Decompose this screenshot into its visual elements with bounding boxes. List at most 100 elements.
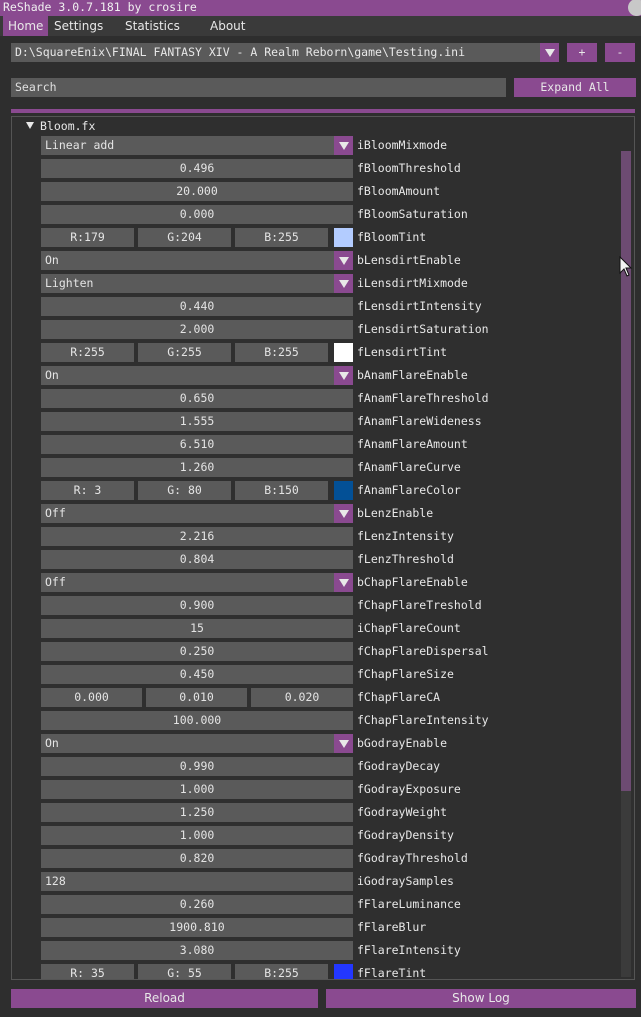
param-row: 20.000 fBloomAmount [12,181,612,204]
color-b-field[interactable]: B:255 [235,228,328,247]
slider-field[interactable]: 2.000 [41,320,353,339]
slider-field[interactable]: 0.000 [41,205,353,224]
combo-field[interactable]: On [41,366,353,385]
slider-field[interactable]: 0.900 [41,596,353,615]
slider-field[interactable]: 0.650 [41,389,353,408]
scrollbar-thumb[interactable] [621,151,631,791]
reload-button[interactable]: Reload [11,989,318,1008]
vec-y-field[interactable]: 0.010 [146,688,247,707]
param-row: 0.650 fAnamFlareThreshold [12,388,612,411]
color-swatch[interactable] [334,343,353,362]
section-header[interactable]: Bloom.fx [26,119,95,133]
param-label: fChapFlareSize [357,667,454,681]
color-g-field[interactable]: G:255 [138,343,231,362]
color-b-field[interactable]: B:255 [235,343,328,362]
menu-statistics[interactable]: Statistics [120,16,185,36]
color-g-field[interactable]: G:204 [138,228,231,247]
close-icon[interactable] [628,0,641,16]
remove-preset-button[interactable]: - [605,43,635,62]
slider-field[interactable]: 0.804 [41,550,353,569]
param-label: fAnamFlareCurve [357,460,461,474]
combo-field[interactable]: Lighten [41,274,353,293]
chevron-down-icon[interactable] [334,274,353,293]
combo-field[interactable]: On [41,251,353,270]
combo-field[interactable]: Linear add [41,136,353,155]
param-label: fBloomTint [357,230,427,244]
color-swatch[interactable] [334,228,353,247]
slider-field[interactable]: 20.000 [41,182,353,201]
vec-x-field[interactable]: 0.000 [41,688,142,707]
preset-path-combo[interactable]: D:\SquareEnix\FINAL FANTASY XIV - A Real… [11,43,559,62]
slider-field[interactable]: 1900.810 [41,918,353,937]
param-label: iGodraySamples [357,874,454,888]
effects-panel: Bloom.fx Linear add iBloomMixmode 0.496 fBl… [11,116,635,980]
param-row: On bLensdirtEnable [12,250,612,273]
slider-field[interactable]: 100.000 [41,711,353,730]
color-swatch[interactable] [334,481,353,500]
color-b-field[interactable]: B:255 [235,964,328,979]
show-log-button[interactable]: Show Log [326,989,636,1008]
chevron-down-icon[interactable] [334,734,353,753]
expand-all-button[interactable]: Expand All [514,78,636,97]
param-label: bLensdirtEnable [357,253,461,267]
combo-field[interactable]: Off [41,504,353,523]
param-label: fLenzIntensity [357,529,454,543]
slider-field[interactable]: 1.260 [41,458,353,477]
param-label: fBloomThreshold [357,161,461,175]
combo-field[interactable]: Off [41,573,353,592]
combo-value: Off [45,506,66,520]
color-r-field[interactable]: R:255 [41,343,134,362]
int-field[interactable]: 128 [41,872,353,891]
slider-field[interactable]: 0.820 [41,849,353,868]
slider-field[interactable]: 0.250 [41,642,353,661]
collapse-arrow-icon[interactable] [26,122,34,129]
chevron-down-icon[interactable] [540,43,559,62]
menu-home[interactable]: Home [3,16,49,36]
slider-field[interactable]: 15 [41,619,353,638]
color-swatch[interactable] [334,964,353,979]
menu-settings[interactable]: Settings [49,16,108,36]
chevron-down-icon[interactable] [334,504,353,523]
param-label: fLensdirtSaturation [357,322,489,336]
add-preset-button[interactable]: + [567,43,597,62]
param-label: fChapFlareIntensity [357,713,489,727]
slider-field[interactable]: 0.990 [41,757,353,776]
param-label: fGodrayExposure [357,782,461,796]
color-g-field[interactable]: G: 80 [138,481,231,500]
color-r-field[interactable]: R: 35 [41,964,134,979]
slider-field[interactable]: 3.080 [41,941,353,960]
slider-field[interactable]: 6.510 [41,435,353,454]
color-b-field[interactable]: B:150 [235,481,328,500]
slider-field[interactable]: 0.440 [41,297,353,316]
vec-z-field[interactable]: 0.020 [251,688,353,707]
window-title: ReShade 3.0.7.181 by crosire [3,0,197,14]
slider-field[interactable]: 1.000 [41,826,353,845]
slider-field[interactable]: 0.496 [41,159,353,178]
color-r-field[interactable]: R:179 [41,228,134,247]
param-row: 100.000 fChapFlareIntensity [12,710,612,733]
slider-field[interactable]: 0.260 [41,895,353,914]
slider-field[interactable]: 1.250 [41,803,353,822]
chevron-down-icon[interactable] [334,573,353,592]
param-row: R:255 G:255 B:255 fLensdirtTint [12,342,612,365]
color-g-field[interactable]: G: 55 [138,964,231,979]
chevron-down-icon[interactable] [334,136,353,155]
combo-field[interactable]: On [41,734,353,753]
combo-value: Lighten [45,276,94,290]
slider-field[interactable]: 1.555 [41,412,353,431]
search-input[interactable]: Search [11,78,506,97]
param-row: 1.250 fGodrayWeight [12,802,612,825]
slider-field[interactable]: 0.450 [41,665,353,684]
slider-field[interactable]: 1.000 [41,780,353,799]
slider-field[interactable]: 2.216 [41,527,353,546]
param-row: 0.820 fGodrayThreshold [12,848,612,871]
menu-about[interactable]: About [205,16,250,36]
param-label: iBloomMixmode [357,138,448,152]
color-r-field[interactable]: R: 3 [41,481,134,500]
param-label: fChapFlareDispersal [357,644,489,658]
section-title: Bloom.fx [40,119,96,133]
param-label: iChapFlareCount [357,621,461,635]
chevron-down-icon[interactable] [334,366,353,385]
param-label: fLenzThreshold [357,552,454,566]
chevron-down-icon[interactable] [334,251,353,270]
